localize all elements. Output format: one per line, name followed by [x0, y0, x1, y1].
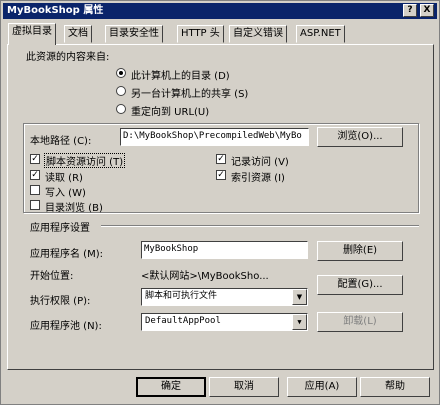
checkbox-write[interactable]: [30, 185, 40, 195]
app-pool-select[interactable]: DefaultAppPool ▼: [141, 313, 308, 331]
app-settings-divider: [101, 225, 419, 227]
help-button[interactable]: 帮助: [360, 377, 430, 397]
tab-directory-security[interactable]: 目录安全性: [105, 25, 163, 43]
properties-dialog: MyBookShop 属性 ? X 虚拟目录 文档 目录安全性 HTTP 头 自…: [0, 0, 440, 405]
tab-documents[interactable]: 文档: [64, 25, 92, 43]
cancel-button[interactable]: 取消: [209, 377, 279, 397]
apply-button[interactable]: 应用(A): [287, 377, 357, 397]
chevron-down-icon[interactable]: ▼: [292, 289, 307, 305]
checkbox-log-visits[interactable]: ✓: [216, 154, 226, 164]
window-title: MyBookShop 属性: [7, 5, 104, 16]
chevron-down-icon[interactable]: ▼: [292, 314, 307, 330]
checkbox-directory-browsing-label[interactable]: 目录浏览 (B): [45, 199, 103, 214]
tab-http-headers[interactable]: HTTP 头: [177, 25, 224, 43]
checkbox-write-label[interactable]: 写入 (W): [45, 184, 86, 199]
start-point-label: 开始位置:: [30, 271, 74, 282]
radio-redirect-url[interactable]: [116, 104, 126, 114]
checkbox-index-resource-label[interactable]: 索引资源 (I): [231, 169, 285, 184]
unload-button: 卸载(L): [317, 312, 403, 332]
app-pool-value: DefaultAppPool: [145, 316, 221, 326]
help-title-button[interactable]: ?: [403, 4, 417, 17]
tab-aspnet[interactable]: ASP.NET: [296, 25, 345, 43]
app-pool-label: 应用程序池 (N):: [30, 321, 102, 332]
checkbox-index-resource[interactable]: ✓: [216, 170, 226, 180]
exec-permissions-label: 执行权限 (P):: [30, 296, 91, 307]
checkbox-log-visits-label[interactable]: 记录访问 (V): [231, 153, 289, 168]
checkbox-read[interactable]: ✓: [30, 170, 40, 180]
ok-button[interactable]: 确定: [136, 377, 206, 397]
exec-permissions-select[interactable]: 脚本和可执行文件 ▼: [141, 288, 308, 306]
start-point-value: <默认网站>\MyBookSho...: [141, 271, 269, 282]
app-settings-heading: 应用程序设置: [30, 223, 90, 234]
checkbox-read-label[interactable]: 读取 (R): [45, 169, 83, 184]
radio-network-share[interactable]: [116, 86, 126, 96]
title-bar: MyBookShop 属性: [3, 3, 437, 19]
tab-virtual-directory[interactable]: 虚拟目录: [8, 23, 56, 45]
browse-button[interactable]: 浏览(O)...: [317, 127, 403, 147]
radio-network-share-label[interactable]: 另一台计算机上的共享 (S): [131, 85, 248, 100]
checkbox-directory-browsing[interactable]: [30, 200, 40, 210]
remove-button[interactable]: 删除(E): [317, 241, 403, 261]
configure-button[interactable]: 配置(G)...: [317, 275, 403, 295]
radio-local-directory-label[interactable]: 此计算机上的目录 (D): [131, 67, 230, 82]
radio-local-directory[interactable]: [116, 68, 126, 78]
radio-redirect-url-label[interactable]: 重定向到 URL(U): [131, 103, 209, 118]
tab-custom-errors[interactable]: 自定义错误: [229, 25, 287, 43]
checkbox-script-source-access[interactable]: ✓: [30, 154, 40, 164]
app-name-input[interactable]: MyBookShop: [141, 241, 308, 259]
checkbox-script-source-access-label[interactable]: 脚本资源访问 (T): [44, 153, 126, 168]
local-path-label: 本地路径 (C):: [30, 136, 92, 147]
exec-permissions-value: 脚本和可执行文件: [145, 291, 218, 301]
close-button[interactable]: X: [420, 4, 434, 17]
app-name-label: 应用程序名 (M):: [30, 249, 103, 260]
source-heading: 此资源的内容来自:: [26, 52, 110, 63]
local-path-input[interactable]: D:\MyBookShop\PrecompiledWeb\MyBo: [120, 128, 309, 146]
